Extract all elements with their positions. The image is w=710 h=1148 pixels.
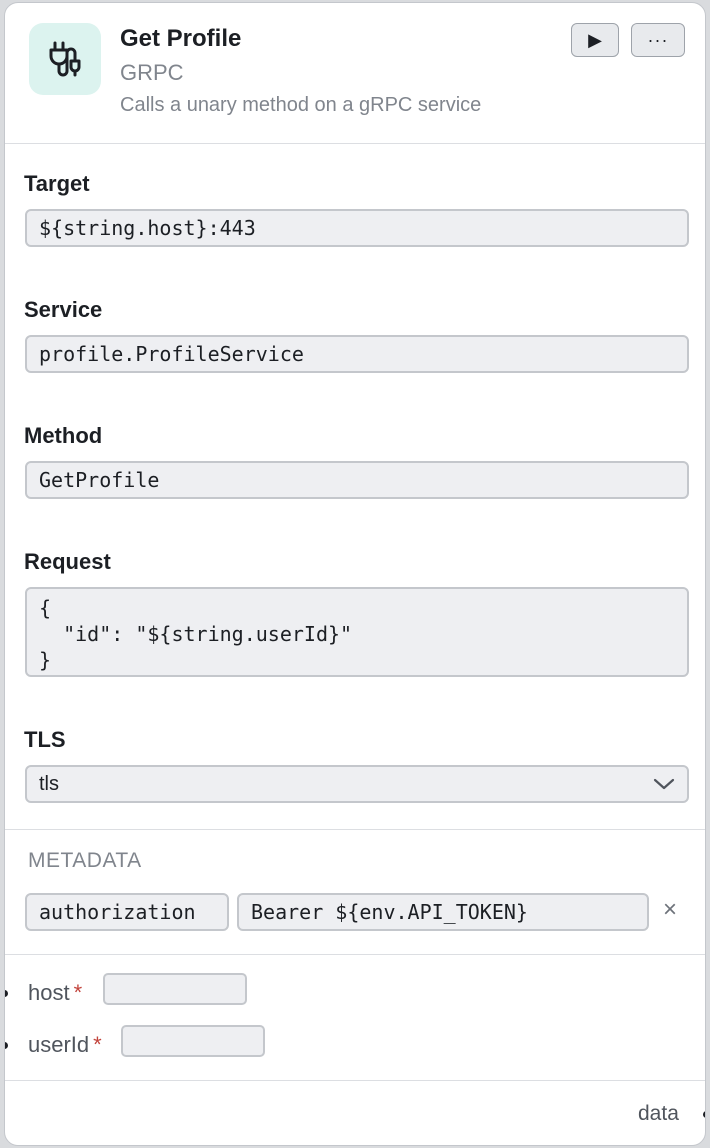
host-port-input[interactable] [103,973,247,1005]
input-port-handle[interactable] [5,990,8,997]
method-label: Method [24,423,103,448]
node-card[interactable]: Get Profile GRPC Calls a unary method on… [4,2,706,1146]
tls-select[interactable]: tls [25,765,689,803]
section-divider [5,954,705,955]
input-port-handle[interactable] [5,1042,8,1049]
node-header: Get Profile GRPC Calls a unary method on… [5,3,705,144]
node-description: Calls a unary method on a gRPC service [120,94,482,116]
request-textarea[interactable]: { "id": "${string.userId}" } [25,587,689,677]
metadata-value-input[interactable]: Bearer ${env.API_TOKEN} [237,893,649,931]
target-input[interactable]: ${string.host}:443 [25,209,689,247]
required-marker: * [93,1032,102,1057]
input-port-name: host [28,980,70,1005]
tls-select-value: tls [39,772,59,795]
input-port-label-host: host * [28,980,82,1006]
method-input[interactable]: GetProfile [25,461,689,499]
section-divider [5,1080,705,1081]
metadata-key-input[interactable]: authorization [25,893,229,931]
output-port-handle[interactable] [703,1111,705,1118]
metadata-section-title: METADATA [28,849,142,872]
input-port-name: userId [28,1032,90,1057]
userid-port-input[interactable] [121,1025,265,1057]
tls-label: TLS [24,727,66,752]
target-label: Target [24,171,90,196]
node-title: Get Profile [120,25,242,52]
request-label: Request [24,549,111,574]
run-button[interactable]: ▶ [571,23,619,57]
plug-icon [29,23,101,95]
close-icon[interactable]: × [663,896,677,924]
output-port-label: data [638,1102,679,1125]
service-label: Service [24,297,103,322]
play-icon: ▶ [588,29,602,50]
ellipsis-icon: ··· [647,29,669,50]
section-divider [5,829,705,830]
chevron-down-icon [653,775,675,798]
required-marker: * [73,980,83,1005]
node-type: GRPC [120,60,184,85]
more-options-button[interactable]: ··· [631,23,685,57]
service-input[interactable]: profile.ProfileService [25,335,689,373]
input-port-label-userid: userId * [28,1032,102,1058]
